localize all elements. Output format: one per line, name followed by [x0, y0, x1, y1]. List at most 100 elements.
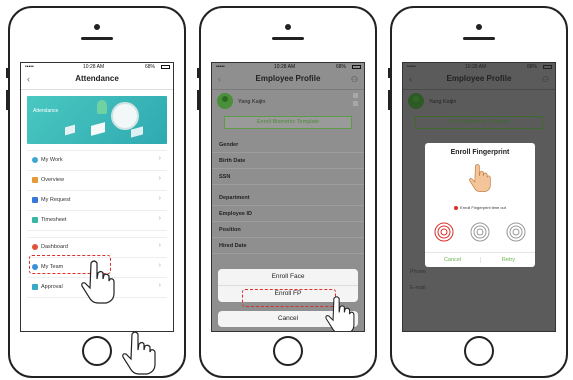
field-label-phone: Phone [410, 269, 426, 275]
phone-frame-2: ••••• 10:28 AM 68% ‹ Employee Profile ⚇ … [197, 6, 377, 378]
chevron-right-icon: › [158, 262, 161, 269]
carrier-signal: ••••• [25, 64, 34, 70]
field-hired-date: Hired Date [212, 238, 364, 254]
fingerprint-icon [470, 222, 490, 242]
profile-header: Yang Kaijin [403, 90, 555, 114]
screen-attendance: ••••• 10:28 AM 68% ‹ Attendance Attendan… [20, 62, 174, 332]
status-bar: ••••• 10:28 AM 68% [403, 63, 555, 72]
menu-item-my-work[interactable]: My Work › [27, 151, 167, 171]
profile-settings-icon[interactable]: ⚇ [351, 75, 358, 84]
battery-icon [352, 65, 361, 69]
approval-icon [32, 284, 38, 290]
profile-header: Yang Kaijin [212, 90, 364, 114]
front-camera [476, 24, 482, 30]
field-label: Gender [219, 142, 239, 148]
enroll-biometric-template-button[interactable]: Enroll Biometric Template [224, 116, 352, 129]
phone-side-button [6, 68, 9, 78]
battery-icon [543, 65, 552, 69]
chart-icon [32, 177, 38, 183]
tap-hand-icon [81, 260, 115, 304]
error-dot-icon [454, 205, 459, 210]
field-label: Employee ID [219, 211, 253, 217]
field-label: Position [219, 227, 241, 233]
home-button[interactable] [464, 336, 494, 366]
timeout-message: Enroll Fingerprint time out [425, 205, 535, 210]
enroll-fingerprint-dialog: Enroll Fingerprint Enroll Fingerprint ti… [425, 143, 535, 267]
clock-illustration [111, 102, 139, 130]
earpiece-speaker [272, 37, 304, 40]
plant-illustration [97, 100, 107, 114]
menu-item-timesheet[interactable]: Timesheet › [27, 211, 167, 231]
field-label: Department [219, 195, 250, 201]
earpiece-speaker [81, 37, 113, 40]
dialog-footer: Cancel Retry [425, 252, 535, 267]
tap-hand-icon [325, 296, 355, 331]
chevron-right-icon: › [158, 195, 161, 202]
menu-item-label: Overview [41, 177, 64, 183]
field-birth-date: Birth Date [212, 153, 364, 169]
phone-frame-3: ••••• 10:28 AM 68% ‹ Employee Profile ⚇ … [388, 6, 568, 378]
menu-item-label: Dashboard [41, 244, 68, 250]
dialog-retry-button[interactable]: Retry [480, 257, 536, 263]
cube-illustration [131, 126, 143, 138]
page-title: Attendance [75, 74, 119, 83]
tap-highlight-enroll-fp [242, 289, 336, 307]
dashboard-icon [32, 244, 38, 250]
status-time: 10:28 AM [274, 64, 296, 70]
dialog-cancel-button[interactable]: Cancel [425, 257, 480, 263]
menu-item-my-request[interactable]: My Request › [27, 191, 167, 211]
battery-level: 68% [336, 64, 347, 70]
chevron-right-icon: › [158, 175, 161, 182]
pointing-hand-icon [469, 164, 491, 192]
cube-illustration [91, 122, 105, 136]
field-label: Hired Date [219, 243, 247, 249]
carrier-signal: ••••• [216, 64, 225, 70]
carrier-signal: ••••• [407, 64, 416, 70]
battery-level: 68% [145, 64, 156, 70]
screen-enroll-fingerprint: ••••• 10:28 AM 68% ‹ Employee Profile ⚇ … [402, 62, 556, 332]
front-camera [94, 24, 100, 30]
home-button[interactable] [273, 336, 303, 366]
enroll-biometric-template-button[interactable]: Enroll Biometric Template [415, 116, 543, 129]
phone-side-button [6, 90, 9, 110]
small-square-icon [353, 93, 358, 98]
avatar [217, 93, 233, 109]
nav-bar: ‹ Attendance [21, 72, 173, 90]
document-icon [32, 197, 38, 203]
screen-employee-profile: ••••• 10:28 AM 68% ‹ Employee Profile ⚇ … [211, 62, 365, 332]
attendance-banner: Attendance [27, 96, 167, 144]
timeout-text: Enroll Fingerprint time out [460, 205, 506, 210]
nav-bar: ‹ Employee Profile ⚇ [403, 72, 555, 90]
field-label-email: E-mail [410, 285, 426, 291]
status-time: 10:28 AM [465, 64, 487, 70]
chevron-right-icon: › [158, 215, 161, 222]
menu-item-overview[interactable]: Overview › [27, 171, 167, 191]
chevron-right-icon: › [158, 155, 161, 162]
calendar-icon [32, 217, 38, 223]
cube-illustration [65, 124, 75, 136]
menu-item-label: My Work [41, 157, 63, 163]
banner-text: Attendance [33, 108, 59, 114]
page-title: Employee Profile [255, 74, 321, 83]
profile-settings-icon[interactable]: ⚇ [542, 75, 549, 84]
user-name: Yang Kaijin [429, 99, 457, 105]
location-icon [32, 157, 38, 163]
phone-side-button [388, 68, 391, 78]
dialog-title: Enroll Fingerprint [450, 149, 510, 156]
phone-side-button [388, 90, 391, 110]
battery-icon [161, 65, 170, 69]
menu-item-label: Approval [41, 284, 63, 290]
home-button[interactable] [82, 336, 112, 366]
avatar [408, 93, 424, 109]
small-square-icon [353, 101, 358, 106]
status-bar: ••••• 10:28 AM 68% [212, 63, 364, 72]
earpiece-speaker [463, 37, 495, 40]
tap-hand-icon [122, 331, 156, 375]
front-camera [285, 24, 291, 30]
menu-item-label: Timesheet [41, 217, 67, 223]
enroll-face-option[interactable]: Enroll Face [218, 269, 358, 286]
user-name: Yang Kaijin [238, 99, 266, 105]
battery-level: 68% [527, 64, 538, 70]
menu-group-main: My Work › Overview › My Request › Timesh… [27, 150, 167, 231]
fingerprint-icon [506, 222, 526, 242]
